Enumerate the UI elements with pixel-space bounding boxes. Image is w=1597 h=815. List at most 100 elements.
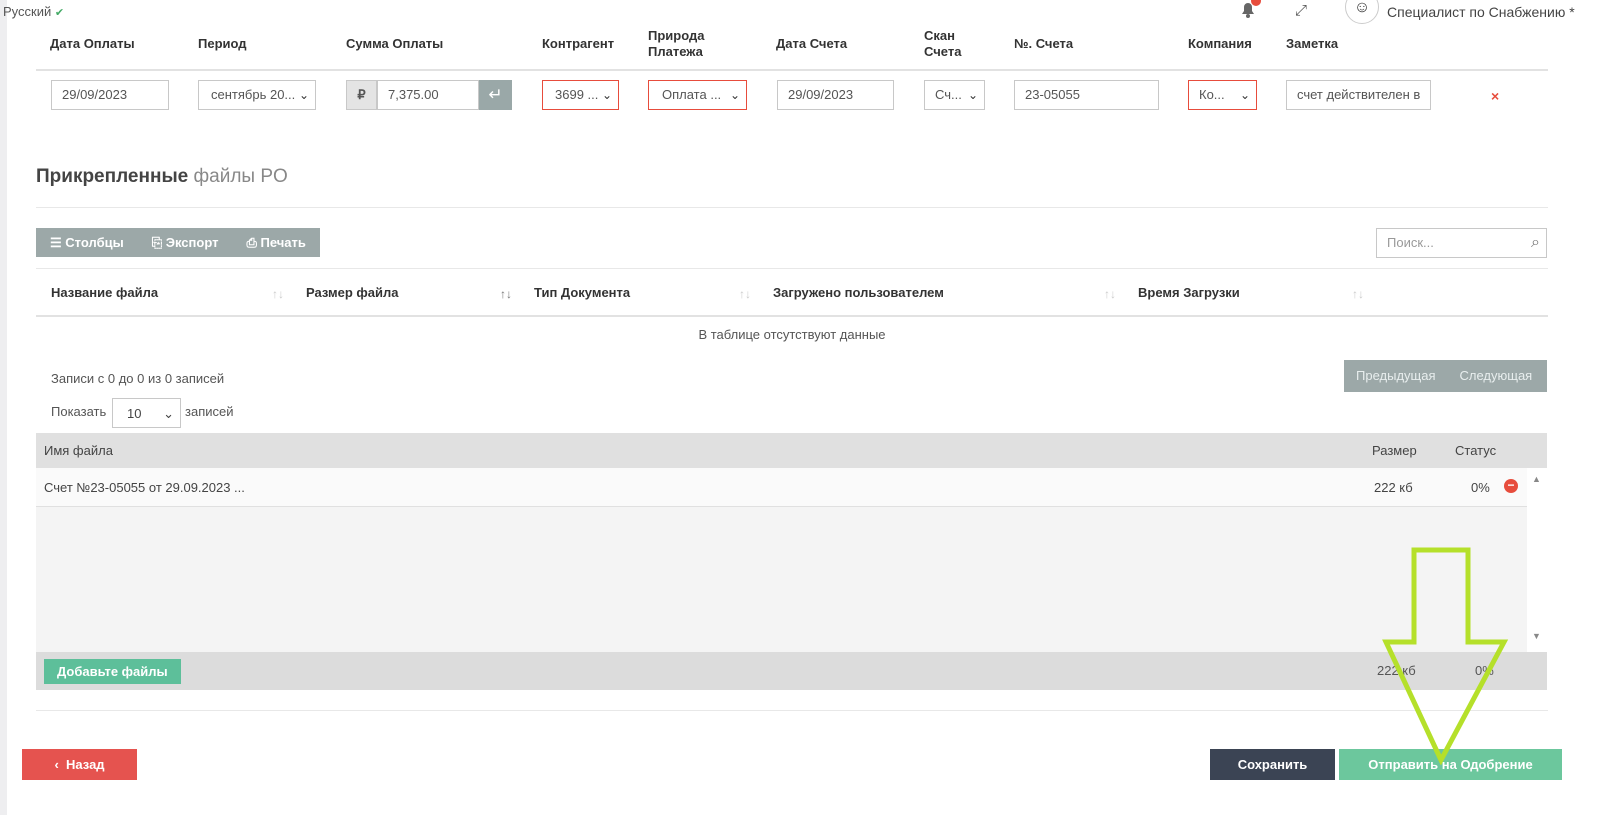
column-uploaded-by[interactable]: Загружено пользователем: [773, 285, 944, 300]
print-label: Печать: [260, 235, 306, 250]
payment-nature-select[interactable]: Оплата ... ⌄: [648, 80, 747, 110]
note-field[interactable]: счет действителен в: [1286, 80, 1431, 110]
show-label: Показать: [51, 404, 107, 419]
back-label: Назад: [66, 757, 105, 772]
chevron-down-icon: ⌄: [729, 88, 740, 102]
scroll-down-icon[interactable]: ▼: [1532, 631, 1541, 641]
header-nature-line2: Платежа: [648, 44, 703, 59]
header-pay-date: Дата Оплаты: [50, 36, 135, 51]
period-select[interactable]: сентябрь 20... ⌄: [198, 80, 316, 110]
avatar[interactable]: ☺: [1345, 0, 1379, 24]
period-value: сентябрь 20...: [211, 87, 296, 102]
column-file-size[interactable]: Размер файла: [306, 285, 399, 300]
header-scan-line1: Скан: [924, 28, 955, 43]
left-sidebar-edge: [0, 0, 7, 815]
column-doc-type[interactable]: Тип Документа: [534, 285, 630, 300]
uploader-footer: Добавьте файлы 222 кб 0%: [36, 652, 1547, 690]
fullscreen-icon[interactable]: ⤢: [1295, 2, 1307, 19]
sort-icon[interactable]: ↑↓: [1352, 287, 1364, 301]
uploader-col-size: Размер: [1372, 443, 1417, 458]
check-icon: ✔: [54, 7, 65, 19]
print-button[interactable]: ⎙ Печать: [232, 228, 319, 257]
header-counterparty: Контрагент: [542, 36, 615, 51]
sort-icon[interactable]: ↑↓: [500, 287, 512, 301]
ruble-currency-addon: ₽: [346, 80, 377, 110]
prev-page-button[interactable]: Предыдущая: [1344, 360, 1448, 392]
chevron-down-icon: ⌄: [163, 406, 174, 421]
search-icon: ⌕: [1531, 234, 1540, 251]
header-note: Заметка: [1286, 36, 1339, 51]
chevron-down-icon: ⌄: [298, 88, 309, 102]
toolbar-divider: [36, 268, 1548, 269]
empty-table-message: В таблице отсутствуют данные: [698, 327, 886, 342]
sort-icon[interactable]: ↑↓: [739, 287, 751, 301]
delete-row-icon[interactable]: ×: [1491, 88, 1499, 104]
list-icon: ☰: [50, 235, 66, 250]
section-title-light: файлы PO: [193, 166, 288, 187]
footer-divider: [36, 710, 1548, 711]
chevron-down-icon: ⌄: [601, 88, 612, 102]
save-button[interactable]: Сохранить: [1210, 749, 1335, 780]
search-input[interactable]: Поиск... ⌕: [1376, 228, 1547, 258]
column-file-name[interactable]: Название файла: [51, 285, 158, 300]
header-divider: [36, 69, 1548, 71]
top-bar: Русский ✔ ⤢ ☺ Специалист по Снабжению *: [0, 0, 1597, 26]
company-value: Ко...: [1199, 87, 1225, 102]
scroll-up-icon[interactable]: ▲: [1532, 474, 1541, 484]
export-button[interactable]: ⎘ Экспорт: [138, 228, 233, 257]
page-size-select[interactable]: 10 ⌄: [112, 398, 181, 428]
pagination: Предыдущая Следующая: [1344, 360, 1547, 392]
header-company: Компания: [1188, 36, 1252, 51]
highlight-arrow-icon: [1382, 547, 1509, 765]
language-selector[interactable]: Русский ✔: [3, 4, 64, 19]
back-button[interactable]: ‹ Назад: [22, 749, 137, 780]
header-nature-line1: Природа: [648, 28, 705, 43]
uploader-header: Имя файла Размер Статус: [36, 433, 1547, 468]
uploader-file-row: Счет №23-05055 от 29.09.2023 ... 222 кб …: [36, 468, 1527, 507]
page: Русский ✔ ⤢ ☺ Специалист по Снабжению * …: [0, 0, 1597, 815]
header-amount: Сумма Оплаты: [346, 36, 444, 51]
search-placeholder: Поиск...: [1387, 235, 1434, 250]
next-page-button[interactable]: Следующая: [1448, 360, 1545, 392]
show-suffix: записей: [185, 404, 234, 419]
company-select[interactable]: Ко... ⌄: [1188, 80, 1257, 110]
notification-badge: [1251, 0, 1261, 6]
column-upload-time[interactable]: Время Загрузки: [1138, 285, 1240, 300]
header-period: Период: [198, 36, 247, 51]
enter-return-icon[interactable]: ↵: [479, 80, 512, 110]
notifications-bell-icon[interactable]: [1238, 0, 1261, 20]
counterparty-select[interactable]: 3699 ... ⌄: [542, 80, 619, 110]
printer-icon: ⎙: [246, 235, 261, 250]
export-label: Экспорт: [165, 235, 219, 250]
remove-file-icon[interactable]: −: [1504, 479, 1518, 493]
invoice-number-field[interactable]: 23-05055: [1014, 80, 1159, 110]
chevron-down-icon: ⌄: [1239, 88, 1250, 102]
invoice-scan-select[interactable]: Сч... ⌄: [924, 80, 985, 110]
header-invoice-date: Дата Счета: [776, 36, 848, 51]
invoice-scan-value: Сч...: [935, 87, 962, 102]
user-role-label[interactable]: Специалист по Снабжению *: [1387, 4, 1575, 20]
section-divider: [36, 207, 1548, 208]
language-label: Русский: [3, 4, 52, 19]
chevron-down-icon: ⌄: [967, 88, 978, 102]
page-size-value: 10: [127, 406, 142, 421]
amount-field[interactable]: 7,375.00: [377, 80, 479, 110]
uploader-col-name: Имя файла: [44, 443, 113, 458]
records-info: Записи с 0 до 0 из 0 записей: [51, 371, 225, 386]
uploader-scrollbar[interactable]: ▲ ▼: [1527, 468, 1547, 652]
counterparty-value: 3699 ...: [555, 87, 599, 102]
payment-nature-value: Оплата ...: [662, 87, 722, 102]
header-scan-line2: Счета: [924, 44, 962, 59]
section-title: Прикрепленные файлы PO: [36, 166, 288, 188]
header-invoice-no: №. Счета: [1014, 36, 1074, 51]
add-files-button[interactable]: Добавьте файлы: [44, 659, 181, 684]
chevron-left-icon: ‹: [54, 757, 66, 772]
sort-icon[interactable]: ↑↓: [272, 287, 284, 301]
pay-date-field[interactable]: 29/09/2023: [51, 80, 169, 110]
invoice-date-field[interactable]: 29/09/2023: [777, 80, 894, 110]
uploader-drop-area[interactable]: [36, 507, 1527, 652]
sort-icon[interactable]: ↑↓: [1104, 287, 1116, 301]
table-header-divider: [36, 315, 1548, 317]
columns-button[interactable]: ☰ Столбцы: [36, 228, 138, 257]
uploaded-file-status: 0%: [1471, 480, 1490, 495]
